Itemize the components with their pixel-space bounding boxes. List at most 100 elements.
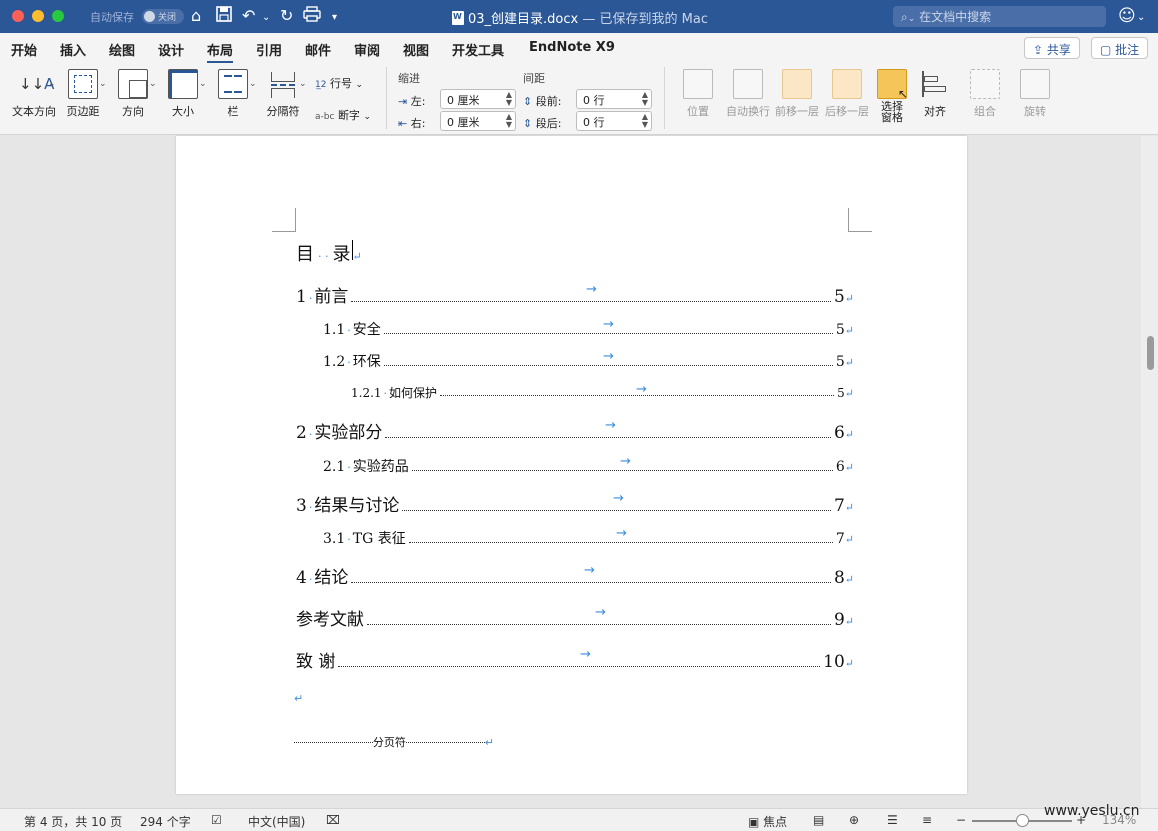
- document-page[interactable]: 目 · · 录 ↵ 1 · 前言 5 ↵ → 1.1 · 安全 5 ↵ → 1.2 · 环保 5 ↵ → 1.2.1 · 如何…: [176, 136, 967, 794]
- tab-endnote[interactable]: EndNote X9: [529, 40, 615, 55]
- position-button[interactable]: 位置: [676, 69, 720, 119]
- selection-pane-button[interactable]: ↖ 选择 窗格: [874, 69, 910, 123]
- breaks-dropdown-icon[interactable]: ⌄: [299, 79, 307, 89]
- toc-entry[interactable]: 1.2.1 · 如何保护 5 ↵: [351, 384, 854, 401]
- proofing-icon[interactable]: ☑: [211, 813, 222, 827]
- wrap-text-button[interactable]: 自动换行: [722, 69, 774, 119]
- toc-entry[interactable]: 3 · 结果与讨论 7 ↵: [296, 491, 854, 516]
- margin-corner-mark: [848, 208, 872, 232]
- indent-left-input[interactable]: 0 厘米 ▲ ▼: [440, 89, 516, 109]
- draft-view-icon[interactable]: ≡: [922, 813, 932, 827]
- spacing-after-input[interactable]: 0 行 ▲ ▼: [576, 111, 652, 131]
- zoom-slider-knob[interactable]: [1016, 814, 1029, 827]
- tab-review[interactable]: 审阅: [354, 40, 380, 59]
- spacing-before-input[interactable]: 0 行 ▲ ▼: [576, 89, 652, 109]
- paragraph-mark-icon: ↵: [844, 615, 854, 628]
- zoom-window-button[interactable]: [52, 10, 64, 22]
- customize-toolbar-icon[interactable]: ▾: [332, 8, 337, 28]
- comments-button[interactable]: ▢ 批注: [1091, 37, 1149, 59]
- tab-insert[interactable]: 插入: [60, 40, 86, 59]
- toc-entry-number: 2: [296, 423, 307, 443]
- margins-button[interactable]: 页边距: [62, 69, 104, 119]
- tab-references[interactable]: 引用: [256, 40, 282, 59]
- outline-view-icon[interactable]: ☰: [887, 813, 898, 827]
- close-window-button[interactable]: [12, 10, 24, 22]
- home-icon[interactable]: ⌂: [191, 6, 201, 26]
- align-button[interactable]: 对齐: [914, 69, 956, 119]
- tab-view[interactable]: 视图: [403, 40, 429, 59]
- toc-entry-number: 4: [296, 568, 307, 588]
- group-button[interactable]: 组合: [962, 69, 1008, 119]
- tab-mailings[interactable]: 邮件: [305, 40, 331, 59]
- document-search-input[interactable]: ⌕⌄ 在文档中搜索: [893, 6, 1106, 27]
- language-indicator[interactable]: 中文(中国): [248, 813, 305, 830]
- margins-dropdown-icon[interactable]: ⌄: [99, 79, 107, 89]
- toc-dot-leader: [411, 470, 833, 471]
- paragraph-mark-icon: ↵: [844, 387, 854, 400]
- toc-entry[interactable]: 1.1 · 安全 5 ↵: [323, 319, 854, 339]
- document-canvas[interactable]: 目 · · 录 ↵ 1 · 前言 5 ↵ → 1.1 · 安全 5 ↵ → 1.2 · 环保 5 ↵ → 1.2.1 · 如何…: [0, 136, 1158, 808]
- toc-entry[interactable]: 4 · 结论 8 ↵: [296, 563, 854, 588]
- tab-layout[interactable]: 布局: [207, 40, 234, 64]
- hyphenation-label: 断字: [337, 109, 360, 122]
- bring-forward-button[interactable]: 前移一层: [774, 69, 820, 119]
- print-icon[interactable]: [303, 6, 321, 27]
- rotate-button[interactable]: 旋转: [1012, 69, 1058, 119]
- tab-draw[interactable]: 绘图: [109, 40, 135, 59]
- undo-icon[interactable]: ↶: [242, 6, 255, 26]
- toc-entry-title: 实验部分: [314, 423, 383, 443]
- orientation-button[interactable]: 方向: [112, 69, 154, 119]
- spacing-before-icon: ⇕: [523, 95, 533, 108]
- tab-design[interactable]: 设计: [158, 40, 184, 59]
- print-layout-view-icon[interactable]: ▤: [813, 813, 824, 827]
- scrollbar-thumb[interactable]: [1147, 336, 1154, 370]
- wrap-text-icon: [733, 69, 763, 99]
- send-backward-label: 后移一层: [825, 105, 869, 118]
- text-direction-label: 文本方向: [12, 105, 56, 118]
- word-count[interactable]: 294 个字: [140, 813, 191, 830]
- toc-entry[interactable]: 2 · 实验部分 6 ↵: [296, 418, 854, 443]
- vertical-scrollbar[interactable]: [1141, 136, 1158, 808]
- undo-dropdown-icon[interactable]: ⌄: [262, 8, 270, 28]
- minimize-window-button[interactable]: [32, 10, 44, 22]
- track-changes-icon[interactable]: ⌧: [326, 813, 340, 827]
- save-icon[interactable]: [216, 6, 232, 27]
- page-count[interactable]: 第 4 页，共 10 页: [24, 813, 122, 830]
- text-direction-button[interactable]: ↓↓A 文本方向: [10, 69, 58, 119]
- toc-entry[interactable]: 1.2 · 环保 5 ↵: [323, 351, 854, 371]
- stepper-arrows-icon[interactable]: ▲ ▼: [642, 91, 648, 107]
- toc-entry[interactable]: 1 · 前言 5 ↵: [296, 282, 854, 307]
- columns-button[interactable]: 栏: [212, 69, 254, 119]
- toc-entry[interactable]: 参考文献 9 ↵: [296, 605, 854, 630]
- zoom-out-button[interactable]: −: [956, 813, 966, 827]
- text-direction-dropdown-icon[interactable]: ⌄: [48, 79, 56, 89]
- columns-dropdown-icon[interactable]: ⌄: [249, 79, 257, 89]
- indent-right-input[interactable]: 0 厘米 ▲ ▼: [440, 111, 516, 131]
- stepper-arrows-icon[interactable]: ▲ ▼: [506, 91, 512, 107]
- hyphenation-button[interactable]: a-bc 断字 ⌄: [315, 107, 371, 123]
- stepper-arrows-icon[interactable]: ▲ ▼: [642, 113, 648, 129]
- orientation-dropdown-icon[interactable]: ⌄: [149, 79, 157, 89]
- toc-heading[interactable]: 目 · · 录 ↵: [296, 240, 362, 266]
- web-layout-view-icon[interactable]: ⊕: [849, 813, 859, 827]
- paragraph-mark-icon: ↵: [844, 461, 854, 474]
- size-dropdown-icon[interactable]: ⌄: [199, 79, 207, 89]
- stepper-arrows-icon[interactable]: ▲ ▼: [506, 113, 512, 129]
- tab-home[interactable]: 开始: [11, 40, 37, 59]
- tab-developer[interactable]: 开发工具: [452, 40, 504, 59]
- size-button[interactable]: 大小: [162, 69, 204, 119]
- spacing-group-label: 间距: [523, 72, 545, 85]
- feedback-dropdown-icon[interactable]: ⌄: [1137, 8, 1145, 28]
- toc-entry[interactable]: 3.1 · TG 表征 7 ↵: [323, 528, 854, 548]
- toc-entry[interactable]: 致 谢 10 ↵: [296, 647, 854, 672]
- toc-entry[interactable]: 2.1 · 实验药品 6 ↵: [323, 456, 854, 476]
- smiley-feedback-icon[interactable]: ☺: [1118, 6, 1136, 26]
- breaks-button[interactable]: 分隔符: [262, 69, 304, 119]
- spacing-before-label: ⇕ 段前:: [523, 95, 562, 108]
- send-backward-button[interactable]: 后移一层: [824, 69, 870, 119]
- redo-icon[interactable]: ↻: [280, 6, 293, 26]
- share-button[interactable]: ⇪ 共享: [1024, 37, 1080, 59]
- line-numbers-button[interactable]: 1̲2 行号 ⌄: [315, 75, 363, 91]
- autosave-toggle[interactable]: 关闭: [142, 9, 184, 24]
- focus-mode-button[interactable]: ▣ 焦点: [748, 813, 787, 830]
